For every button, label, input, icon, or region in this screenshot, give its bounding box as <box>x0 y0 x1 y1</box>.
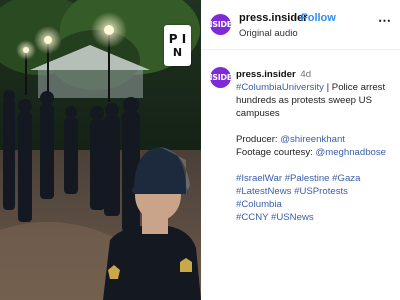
hashtag-columbia-university[interactable]: #ColumbiaUniversity <box>236 82 324 93</box>
audio-link[interactable]: Original audio <box>239 28 298 39</box>
caption-time: 4d <box>300 69 312 80</box>
logo-row1: P I <box>168 31 187 46</box>
caption-body: press.insider 4d #ColumbiaUniversity | P… <box>236 68 396 224</box>
account-name[interactable]: press.insider <box>239 12 307 24</box>
caption-avatar[interactable]: INSIDER <box>203 67 238 88</box>
hashtags-line-3[interactable]: #CCNY #USNews <box>236 211 396 224</box>
hashtags-line-1[interactable]: #IsraelWar #Palestine #Gaza <box>236 172 396 185</box>
account-avatar[interactable]: INSIDER <box>203 14 238 35</box>
more-options-icon[interactable]: ⋯ <box>378 13 392 29</box>
footage-handle[interactable]: @meghnadbose <box>315 147 386 158</box>
producer-label: Producer: <box>236 134 281 145</box>
logo-row2: N <box>172 45 183 59</box>
follow-button[interactable]: Follow <box>301 12 336 24</box>
producer-handle[interactable]: @shireenkhant <box>280 134 345 145</box>
separator-dot: · <box>293 12 297 24</box>
post-header: INSIDER press.insider · Follow Original … <box>201 0 400 50</box>
post-video[interactable]: P I N <box>0 0 201 300</box>
caption-username[interactable]: press.insider <box>236 69 296 80</box>
footage-label: Footage courtesy: <box>236 147 316 158</box>
hashtags-line-2[interactable]: #LatestNews #USProtests #Columbia <box>236 185 396 211</box>
logo-badge: P I N <box>164 25 191 66</box>
post-panel: INSIDER press.insider · Follow Original … <box>201 0 400 300</box>
